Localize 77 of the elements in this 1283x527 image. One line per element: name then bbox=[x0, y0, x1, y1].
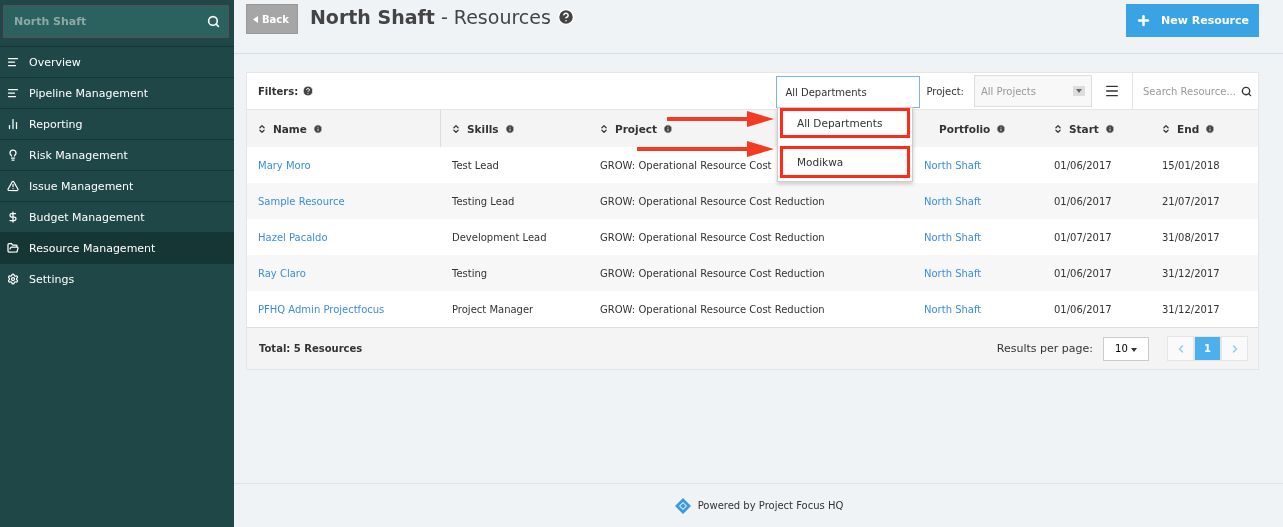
table-cell: 01/06/2017 bbox=[1054, 195, 1112, 207]
bar-chart-icon bbox=[7, 118, 19, 130]
resource-link[interactable]: Mary Moro bbox=[247, 147, 441, 183]
table-cell: GROW: Operational Resource Cost Reduction bbox=[600, 267, 825, 279]
filters-label: Filters: bbox=[258, 85, 299, 97]
dropdown-option[interactable]: Modikwa bbox=[780, 146, 910, 178]
search-input[interactable]: North Shaft bbox=[12, 14, 182, 29]
table-cell: 31/12/2017 bbox=[1162, 267, 1220, 279]
table-cell: GROW: Operational Resource Cost Reduction bbox=[600, 303, 825, 315]
per-page-select[interactable]: 10 bbox=[1103, 336, 1149, 361]
table-cell: 15/01/2018 bbox=[1162, 159, 1220, 171]
table-cell: 01/07/2017 bbox=[1054, 231, 1112, 243]
sort-icon[interactable] bbox=[257, 123, 267, 134]
column-header[interactable]: Skills bbox=[467, 122, 499, 135]
sidebar-item[interactable]: Settings bbox=[0, 263, 234, 294]
column-header[interactable]: End bbox=[1177, 122, 1200, 135]
info-icon bbox=[663, 123, 674, 134]
table-cell: 01/06/2017 bbox=[1054, 303, 1112, 315]
table-cell: 01/06/2017 bbox=[1054, 159, 1112, 171]
info-icon bbox=[312, 123, 323, 134]
table-cell: GROW: Operational Resource Cost bbox=[600, 159, 772, 171]
table-cell: Development Lead bbox=[452, 231, 547, 243]
sidebar-item[interactable]: Resource Management bbox=[0, 232, 234, 263]
search-icon bbox=[207, 15, 220, 28]
search-icon bbox=[1241, 85, 1252, 97]
help-icon[interactable] bbox=[302, 85, 315, 97]
portfolio-link[interactable]: North Shaft bbox=[913, 291, 1043, 327]
gear-icon bbox=[7, 273, 19, 285]
table-cell: Testing Lead bbox=[452, 195, 515, 207]
table-cell: 01/06/2017 bbox=[1054, 267, 1112, 279]
per-page-label: Results per page: bbox=[996, 342, 1093, 355]
list-icon bbox=[7, 56, 19, 68]
search-input[interactable]: Search Resource... bbox=[1141, 84, 1237, 98]
search-field[interactable]: Search Resource... bbox=[1132, 73, 1258, 109]
resource-link[interactable]: PFHQ Admin Projectfocus bbox=[247, 291, 441, 327]
dropdown-option[interactable]: All Departments bbox=[780, 108, 910, 138]
table-cell: Testing bbox=[452, 267, 488, 279]
portfolio-link[interactable]: North Shaft bbox=[913, 219, 1043, 255]
column-header[interactable]: Start bbox=[1069, 122, 1099, 135]
powered-by-text: Powered by Project Focus HQ bbox=[697, 500, 844, 511]
logo-icon bbox=[673, 496, 692, 515]
sidebar-search-field[interactable]: North Shaft bbox=[3, 5, 229, 38]
sort-icon[interactable] bbox=[451, 123, 461, 134]
info-icon bbox=[1205, 123, 1216, 134]
lightbulb-icon bbox=[7, 149, 19, 161]
folder-icon bbox=[7, 242, 19, 254]
sort-icon[interactable] bbox=[1161, 123, 1171, 134]
caret-down-icon bbox=[1130, 348, 1137, 352]
menu-icon[interactable] bbox=[1104, 83, 1120, 99]
table-cell: GROW: Operational Resource Cost Reduction bbox=[600, 195, 825, 207]
column-header[interactable]: Portfolio bbox=[939, 122, 991, 135]
info-icon bbox=[1104, 123, 1115, 134]
dollar-icon bbox=[7, 211, 19, 223]
info-icon bbox=[504, 123, 515, 134]
table-cell: GROW: Operational Resource Cost Reduction bbox=[600, 231, 825, 243]
portfolio-link[interactable]: North Shaft bbox=[913, 147, 1043, 183]
list-icon bbox=[7, 87, 19, 99]
table-cell: Project Manager bbox=[452, 303, 534, 315]
caret-left-icon bbox=[253, 15, 258, 23]
column-header[interactable]: Name bbox=[273, 122, 307, 135]
total-label: Total: 5 Resources bbox=[259, 343, 364, 354]
column-header[interactable]: Project bbox=[615, 122, 658, 135]
table-cell: 31/12/2017 bbox=[1162, 303, 1220, 315]
help-icon[interactable] bbox=[556, 8, 575, 26]
project-label: Project: bbox=[926, 85, 964, 97]
resource-link[interactable]: Hazel Pacaldo bbox=[247, 219, 441, 255]
table-cell: Test Lead bbox=[452, 159, 499, 171]
info-icon bbox=[996, 123, 1007, 134]
page-title: North Shaft - Resources bbox=[309, 6, 551, 28]
plus-icon bbox=[1136, 13, 1152, 28]
department-select[interactable]: All Departments bbox=[776, 76, 921, 108]
sort-icon[interactable] bbox=[599, 123, 609, 134]
table-cell: 21/07/2017 bbox=[1162, 195, 1220, 207]
warning-icon bbox=[7, 180, 19, 192]
sort-icon[interactable] bbox=[1053, 123, 1063, 134]
table-cell: 31/08/2017 bbox=[1162, 231, 1220, 243]
caret-down-icon bbox=[1073, 86, 1085, 96]
